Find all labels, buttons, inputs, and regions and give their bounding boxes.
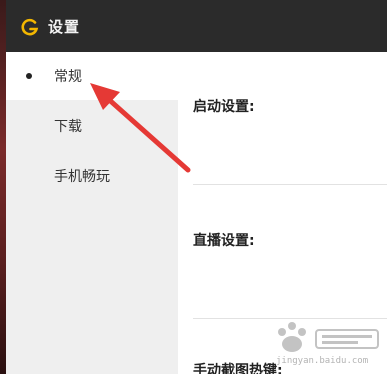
sidebar-item-mobile-play[interactable]: 手机畅玩 <box>6 152 178 200</box>
section-title-live: 直播设置: <box>193 233 255 249</box>
app-logo-icon <box>21 18 39 36</box>
section-title-startup: 启动设置: <box>193 99 255 115</box>
baidu-watermark: jingyan.baidu.com <box>268 318 384 372</box>
sidebar-item-label: 常规 <box>54 69 82 85</box>
title-bar: 设置 <box>6 0 387 52</box>
watermark-url: jingyan.baidu.com <box>276 356 369 366</box>
settings-sidebar: 常规 下载 手机畅玩 <box>6 52 178 374</box>
sidebar-item-label: 手机畅玩 <box>54 169 110 185</box>
divider <box>193 184 387 185</box>
sidebar-item-label: 下载 <box>54 119 82 135</box>
active-bullet-icon <box>26 73 32 79</box>
sidebar-item-general[interactable]: 常规 <box>6 52 178 100</box>
window-title: 设置 <box>48 18 81 36</box>
baidu-logo-icon <box>278 322 379 352</box>
sidebar-item-download[interactable]: 下载 <box>6 102 178 150</box>
